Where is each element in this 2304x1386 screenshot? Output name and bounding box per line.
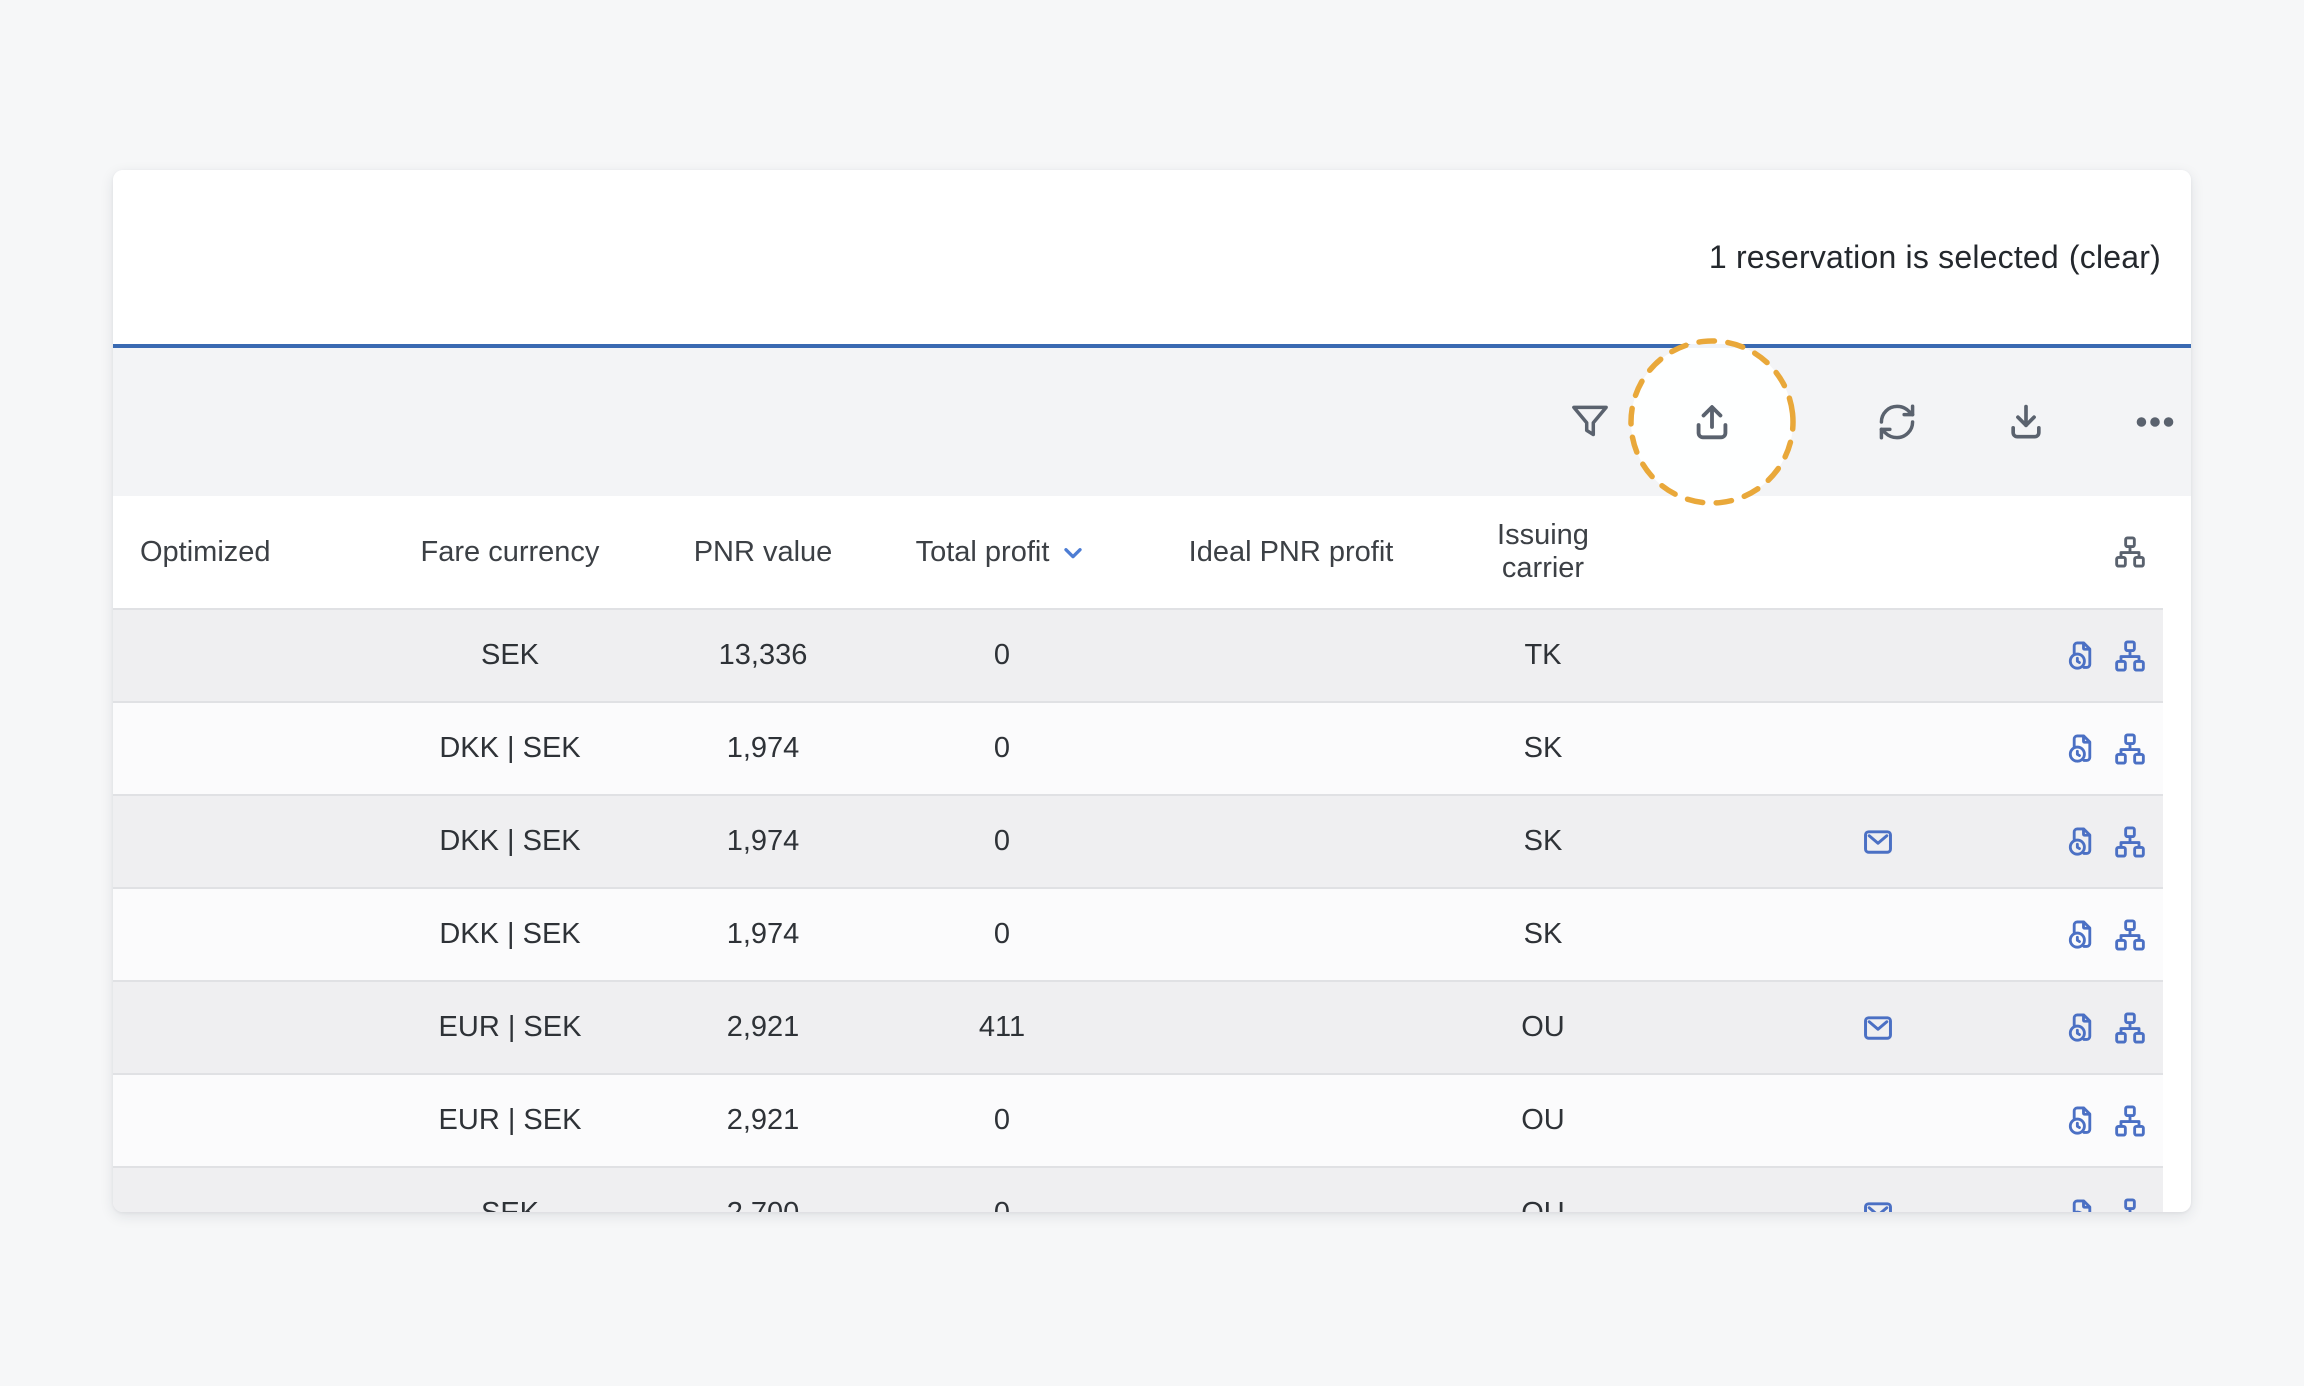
column-header-optimized[interactable]: Optimized	[113, 536, 373, 569]
hierarchy-icon[interactable]	[2112, 1103, 2148, 1139]
cell-issuing-carrier: SK	[1457, 825, 1629, 858]
table-row[interactable]: EUR | SEK 2,921 411 OU	[113, 980, 2163, 1073]
more-button[interactable]	[2125, 392, 2185, 452]
document-history-icon[interactable]	[2064, 1196, 2100, 1213]
document-history-icon[interactable]	[2064, 917, 2100, 953]
document-history-icon[interactable]	[2064, 731, 2100, 767]
cell-pnr-value: 1,974	[647, 732, 879, 765]
hierarchy-icon[interactable]	[2112, 917, 2148, 953]
table-toolbar	[113, 348, 2191, 496]
reservations-panel: 1 reservation is selected (clear)	[113, 170, 2191, 1212]
hierarchy-icon[interactable]	[2112, 1196, 2148, 1213]
column-header-total-profit-label: Total profit	[916, 536, 1050, 569]
hierarchy-icon[interactable]	[2112, 731, 2148, 767]
document-history-icon[interactable]	[2064, 1010, 2100, 1046]
hierarchy-icon[interactable]	[2112, 638, 2148, 674]
table-header-row: Optimized Fare currency PNR value Total …	[113, 496, 2163, 608]
mail-icon[interactable]	[1861, 1197, 1895, 1213]
table-row[interactable]: DKK | SEK 1,974 0 SK	[113, 701, 2163, 794]
cell-total-profit: 0	[879, 732, 1125, 765]
cell-fare-currency: SEK	[373, 639, 647, 672]
cell-issuing-carrier: OU	[1457, 1197, 1629, 1212]
selection-status: 1 reservation is selected (clear)	[1709, 239, 2161, 276]
cell-total-profit: 0	[879, 1197, 1125, 1212]
cell-fare-currency: EUR | SEK	[373, 1104, 647, 1137]
cell-issuing-carrier: OU	[1457, 1011, 1629, 1044]
table-row[interactable]: SEK 2,700 0 OU	[113, 1166, 2163, 1212]
refresh-button[interactable]	[1867, 392, 1927, 452]
cell-total-profit: 0	[879, 1104, 1125, 1137]
cell-fare-currency: DKK | SEK	[373, 732, 647, 765]
table-row[interactable]: DKK | SEK 1,974 0 SK	[113, 794, 2163, 887]
document-history-icon[interactable]	[2064, 1103, 2100, 1139]
upload-button[interactable]	[1682, 392, 1742, 452]
column-header-ideal-pnr-profit[interactable]: Ideal PNR profit	[1125, 536, 1457, 569]
cell-fare-currency: DKK | SEK	[373, 825, 647, 858]
hierarchy-column-header-icon[interactable]	[2112, 534, 2148, 570]
cell-issuing-carrier: OU	[1457, 1104, 1629, 1137]
cell-pnr-value: 1,974	[647, 825, 879, 858]
column-header-issuing-carrier[interactable]: Issuing carrier	[1457, 519, 1629, 585]
cell-issuing-carrier: SK	[1457, 918, 1629, 951]
cell-total-profit: 0	[879, 825, 1125, 858]
cell-pnr-value: 2,921	[647, 1011, 879, 1044]
cell-total-profit: 0	[879, 639, 1125, 672]
hierarchy-icon[interactable]	[2112, 1010, 2148, 1046]
column-header-pnr-value[interactable]: PNR value	[647, 536, 879, 569]
cell-issuing-carrier: SK	[1457, 732, 1629, 765]
mail-icon[interactable]	[1861, 1011, 1895, 1045]
cell-total-profit: 411	[879, 1011, 1125, 1044]
sort-desc-chevron-icon	[1058, 541, 1088, 567]
funnel-icon	[1568, 400, 1612, 444]
filter-button[interactable]	[1560, 392, 1620, 452]
column-header-total-profit[interactable]: Total profit	[879, 536, 1125, 569]
document-history-icon[interactable]	[2064, 824, 2100, 860]
download-button[interactable]	[1996, 392, 2056, 452]
cell-fare-currency: EUR | SEK	[373, 1011, 647, 1044]
table-row[interactable]: DKK | SEK 1,974 0 SK	[113, 887, 2163, 980]
refresh-icon	[1875, 400, 1919, 444]
cell-pnr-value: 1,974	[647, 918, 879, 951]
cell-fare-currency: DKK | SEK	[373, 918, 647, 951]
table-body: SEK 13,336 0 TK	[113, 608, 2191, 1212]
selection-header: 1 reservation is selected (clear)	[113, 170, 2191, 348]
page: 1 reservation is selected (clear)	[0, 0, 2304, 1386]
upload-icon	[1689, 399, 1735, 445]
cell-pnr-value: 2,700	[647, 1197, 879, 1212]
hierarchy-icon[interactable]	[2112, 824, 2148, 860]
cell-issuing-carrier: TK	[1457, 639, 1629, 672]
ellipsis-icon	[2133, 400, 2177, 444]
download-icon	[2004, 400, 2048, 444]
table-row[interactable]: EUR | SEK 2,921 0 OU	[113, 1073, 2163, 1166]
document-history-icon[interactable]	[2064, 638, 2100, 674]
cell-pnr-value: 2,921	[647, 1104, 879, 1137]
table-row[interactable]: SEK 13,336 0 TK	[113, 608, 2163, 701]
clear-selection-link[interactable]: (clear)	[2069, 239, 2161, 275]
cell-fare-currency: SEK	[373, 1197, 647, 1212]
cell-pnr-value: 13,336	[647, 639, 879, 672]
mail-icon[interactable]	[1861, 825, 1895, 859]
cell-total-profit: 0	[879, 918, 1125, 951]
column-header-fare-currency[interactable]: Fare currency	[373, 536, 647, 569]
selection-status-text: 1 reservation is selected	[1709, 239, 2059, 275]
